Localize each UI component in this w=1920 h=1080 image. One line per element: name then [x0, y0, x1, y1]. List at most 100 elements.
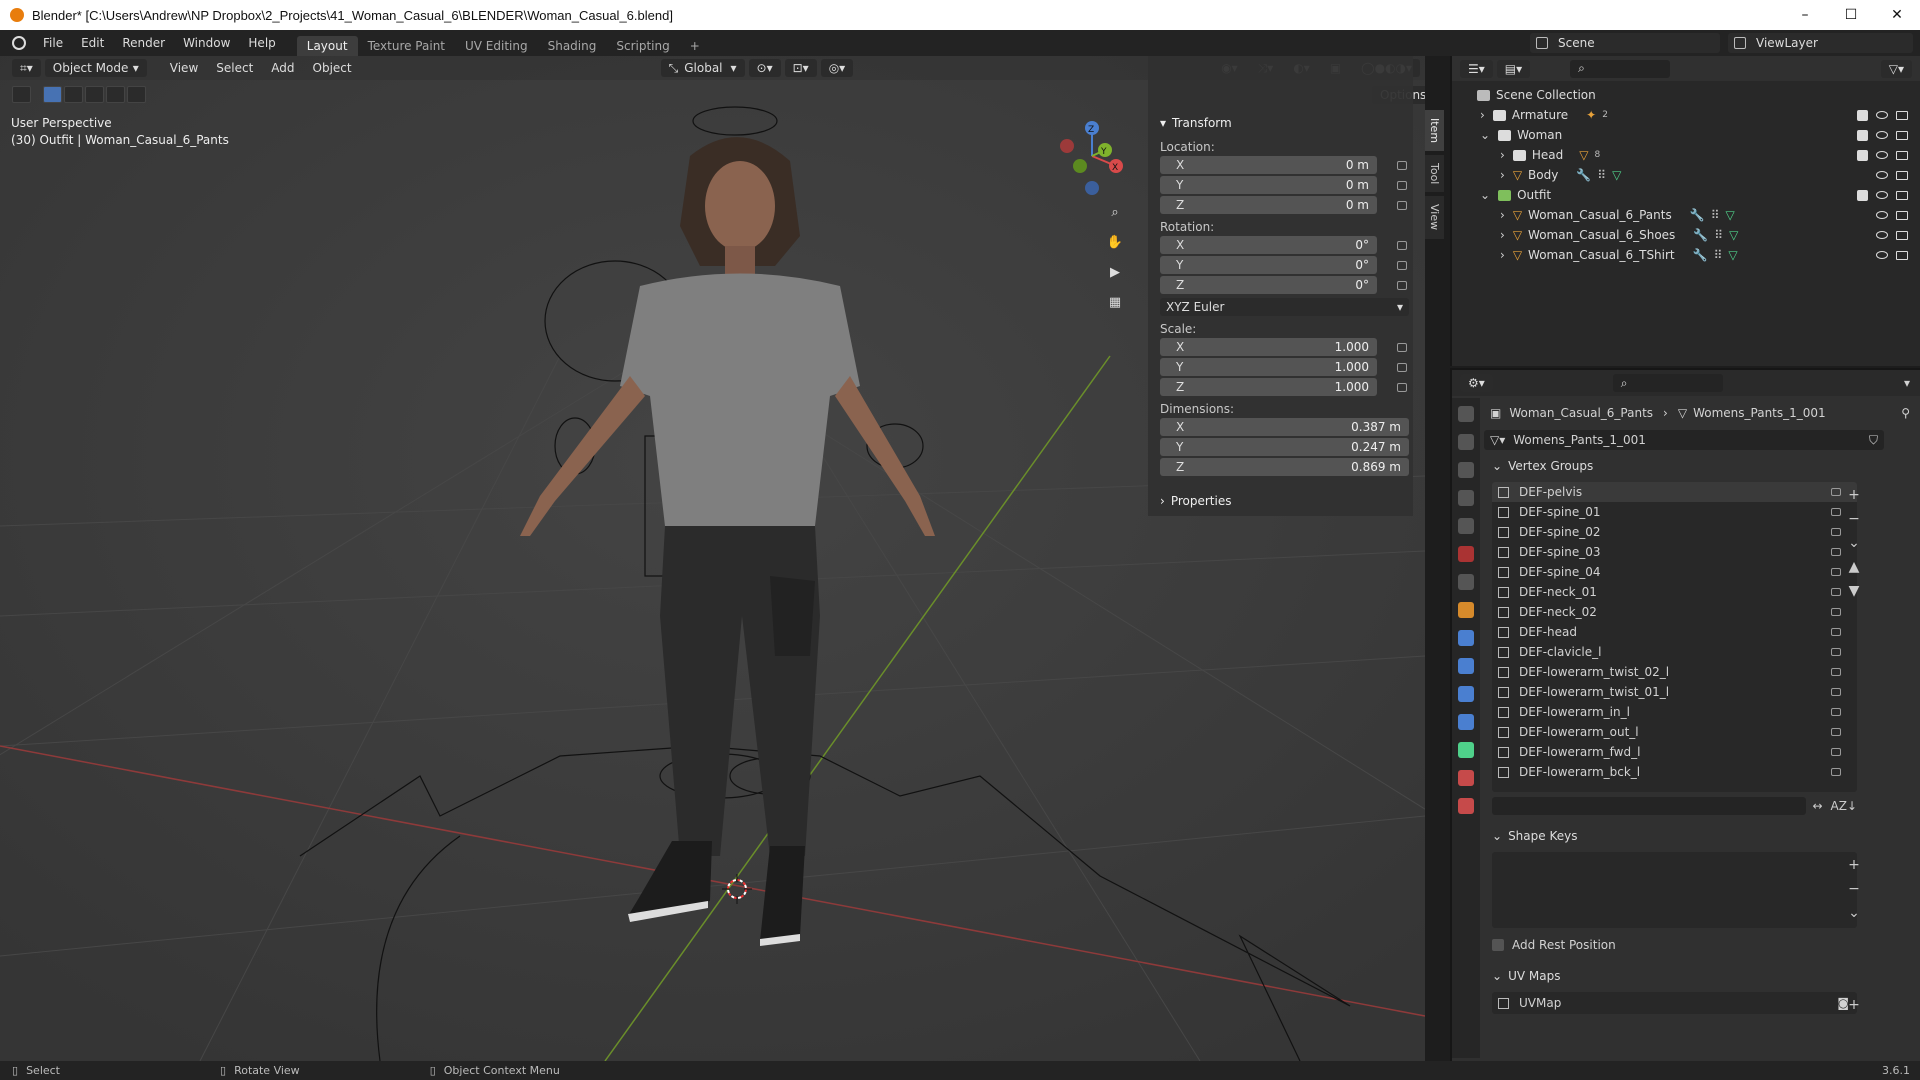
view-layer-tab-icon[interactable] — [1458, 490, 1474, 506]
tab-item[interactable]: Item — [1425, 110, 1444, 152]
rotation-mode-dropdown[interactable]: XYZ Euler ▾ — [1160, 298, 1409, 316]
lock-icon[interactable] — [1397, 201, 1407, 210]
collapse-arrow-icon[interactable]: ⌄ — [1480, 128, 1490, 142]
expand-arrow-icon[interactable]: › — [1500, 208, 1505, 222]
lock-icon[interactable] — [1831, 708, 1841, 716]
select-tool-icon[interactable] — [12, 86, 31, 103]
remove-vertex-group-button[interactable]: − — [1845, 510, 1863, 528]
filter-icon[interactable]: ▽▾ — [1880, 59, 1912, 78]
editor-type-button[interactable]: ⌗▾ — [12, 59, 41, 77]
shape-keys-list[interactable] — [1492, 852, 1857, 928]
list-item[interactable]: DEF-lowerarm_twist_02_l — [1492, 662, 1857, 682]
tool-tab-icon[interactable] — [1458, 406, 1474, 422]
tab-layout[interactable]: Layout — [296, 36, 358, 56]
texture-tab-icon[interactable] — [1458, 798, 1474, 814]
render-toggle-icon[interactable] — [1896, 110, 1908, 120]
list-item[interactable]: DEF-lowerarm_fwd_l — [1492, 742, 1857, 762]
object-mode-dropdown[interactable]: Object Mode ▾ — [44, 59, 147, 77]
sort-alpha-icon[interactable]: AZ↓ — [1831, 799, 1857, 813]
menu-select[interactable]: Select — [207, 61, 262, 75]
add-rest-position-checkbox[interactable] — [1492, 939, 1504, 951]
add-workspace-button[interactable]: + — [680, 36, 710, 56]
eye-icon[interactable] — [1876, 131, 1888, 139]
menu-object[interactable]: Object — [304, 61, 361, 75]
dimensions-x-field[interactable]: X 0.387 m — [1160, 418, 1409, 436]
outliner-editor-type-button[interactable]: ☰▾ — [1460, 59, 1493, 78]
perspective-toggle-icon[interactable]: ▦ — [1104, 291, 1126, 313]
rotation-x-field[interactable]: X 0° — [1160, 236, 1407, 254]
list-item[interactable]: DEF-clavicle_l — [1492, 642, 1857, 662]
output-tab-icon[interactable] — [1458, 462, 1474, 478]
scale-z-field[interactable]: Z 1.000 — [1160, 378, 1407, 396]
list-item[interactable]: DEF-pelvis — [1492, 482, 1857, 502]
uv-maps-list[interactable]: UVMap ◙ — [1492, 992, 1857, 1014]
properties-subpanel-header[interactable]: › Properties — [1148, 490, 1413, 512]
mesh-data-tab-icon[interactable] — [1458, 742, 1474, 758]
vertex-groups-list[interactable]: DEF-pelvis DEF-spine_01 DEF-spine_02 DEF-sp… — [1492, 482, 1857, 792]
camera-view-icon[interactable]: ▶ — [1104, 261, 1126, 283]
dimensions-y-field[interactable]: Y 0.247 m — [1160, 438, 1409, 456]
tab-uv-editing[interactable]: UV Editing — [455, 36, 538, 56]
vertex-group-filter-input[interactable] — [1492, 797, 1807, 815]
menu-view[interactable]: View — [161, 61, 207, 75]
list-item[interactable]: DEF-neck_01 — [1492, 582, 1857, 602]
lock-icon[interactable] — [1831, 588, 1841, 596]
shape-key-specials-button[interactable]: ⌄ — [1845, 904, 1863, 922]
lock-icon[interactable] — [1397, 281, 1407, 290]
expand-arrow-icon[interactable]: › — [1500, 148, 1505, 162]
properties-editor-type-button[interactable]: ⚙▾ — [1460, 374, 1493, 392]
render-tab-icon[interactable] — [1458, 434, 1474, 450]
list-item[interactable]: DEF-lowerarm_in_l — [1492, 702, 1857, 722]
rotation-z-field[interactable]: Z 0° — [1160, 276, 1407, 294]
outliner-item-woman[interactable]: ⌄ Woman — [1452, 125, 1920, 145]
lock-icon[interactable] — [1397, 383, 1407, 392]
lock-icon[interactable] — [1397, 343, 1407, 352]
add-uv-map-button[interactable]: + — [1845, 996, 1863, 1014]
location-y-field[interactable]: Y 0 m — [1160, 176, 1407, 194]
location-x-field[interactable]: X 0 m — [1160, 156, 1407, 174]
lock-icon[interactable] — [1397, 161, 1407, 170]
list-item[interactable]: DEF-spine_01 — [1492, 502, 1857, 522]
expand-arrow-icon[interactable]: › — [1480, 108, 1485, 122]
menu-add[interactable]: Add — [262, 61, 303, 75]
select-invert-icon[interactable] — [106, 86, 125, 103]
collection-tab-icon[interactable] — [1458, 574, 1474, 590]
outliner-item-shoes[interactable]: › ▽ Woman_Casual_6_Shoes 🔧 ⠿ ▽ — [1452, 225, 1920, 245]
exclude-checkbox[interactable] — [1857, 189, 1868, 201]
render-toggle-icon[interactable] — [1896, 170, 1908, 180]
outliner-item-armature[interactable]: › Armature ✦ 2 — [1452, 105, 1920, 125]
transform-orientation-dropdown[interactable]: ⤡ Global ▾ — [660, 59, 745, 77]
scale-x-field[interactable]: X 1.000 — [1160, 338, 1407, 356]
lock-icon[interactable] — [1397, 261, 1407, 270]
eye-icon[interactable] — [1876, 151, 1888, 159]
remove-shape-key-button[interactable]: − — [1845, 880, 1863, 898]
outliner-item-body[interactable]: › ▽ Body 🔧 ⠿ ▽ — [1452, 165, 1920, 185]
menu-window[interactable]: Window — [174, 36, 239, 50]
uv-maps-header[interactable]: ⌄ UV Maps — [1480, 964, 1920, 988]
list-item[interactable]: DEF-lowerarm_twist_01_l — [1492, 682, 1857, 702]
tab-shading[interactable]: Shading — [538, 36, 607, 56]
list-item[interactable]: DEF-lowerarm_bck_l — [1492, 762, 1857, 782]
eye-icon[interactable] — [1876, 211, 1888, 219]
lock-icon[interactable] — [1831, 668, 1841, 676]
outliner-search-input[interactable]: ⌕ — [1570, 59, 1671, 78]
lock-icon[interactable] — [1831, 548, 1841, 556]
lock-icon[interactable] — [1831, 728, 1841, 736]
scene-tab-icon[interactable] — [1458, 518, 1474, 534]
particles-tab-icon[interactable] — [1458, 658, 1474, 674]
lock-icon[interactable] — [1397, 363, 1407, 372]
outliner-scene-collection[interactable]: Scene Collection — [1452, 85, 1920, 105]
expand-arrow-icon[interactable]: › — [1500, 228, 1505, 242]
lock-icon[interactable] — [1397, 241, 1407, 250]
rotation-y-field[interactable]: Y 0° — [1160, 256, 1407, 274]
exclude-checkbox[interactable] — [1857, 129, 1868, 141]
zoom-icon[interactable]: ⌕ — [1104, 201, 1126, 223]
render-toggle-icon[interactable] — [1896, 130, 1908, 140]
view-layer-selector[interactable]: ViewLayer — [1728, 33, 1913, 53]
tab-view[interactable]: View — [1425, 196, 1444, 239]
render-toggle-icon[interactable] — [1896, 250, 1908, 260]
blender-menu-icon[interactable] — [12, 36, 26, 50]
transform-header[interactable]: ▾ Transform — [1148, 112, 1413, 134]
close-button[interactable]: ✕ — [1874, 0, 1920, 30]
eye-icon[interactable] — [1876, 231, 1888, 239]
